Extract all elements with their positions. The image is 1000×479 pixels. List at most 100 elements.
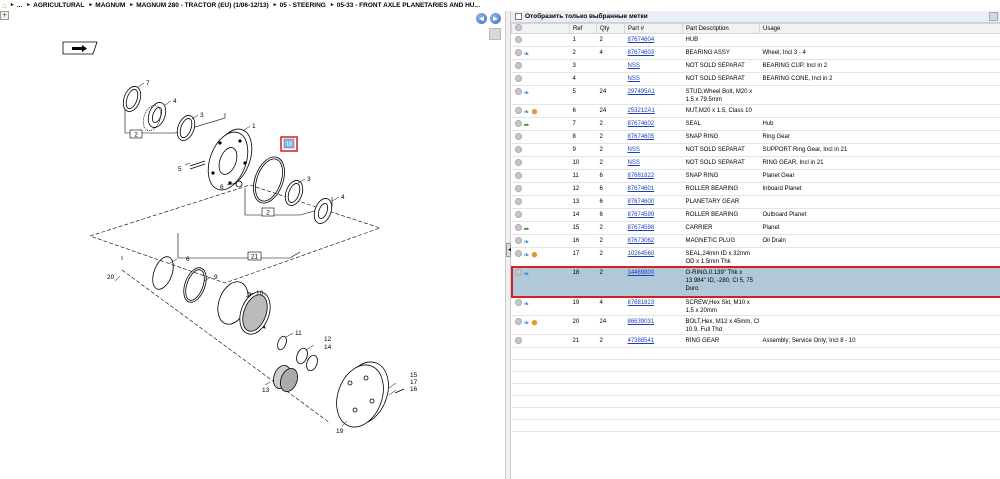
callout-label[interactable]: 21 [251,254,259,261]
column-header[interactable]: Qty [596,23,625,34]
link-icon[interactable]: ➦ [524,226,530,234]
callout-label[interactable]: 12 [324,336,332,343]
table-row-selected[interactable]: ❧ 18 2 14469800 O-RING,0.139" Thk x 13.984" … [510,265,1000,298]
add-to-cart-icon[interactable] [514,49,522,56]
add-to-cart-icon[interactable] [514,250,522,257]
add-to-cart-icon[interactable] [514,337,522,344]
part-number-cell[interactable]: 14469800 [624,266,683,297]
part-number-cell[interactable]: 10264560 [624,247,683,267]
part-number-link[interactable]: 87674599 [628,212,655,218]
part-number-link[interactable]: 87674600 [628,199,655,205]
part-number-link[interactable]: 47388541 [628,338,655,344]
add-to-cart-icon[interactable] [514,133,522,140]
callout-label[interactable]: 2 [134,132,138,139]
info-icon[interactable]: ❧ [524,51,530,59]
callout-label[interactable]: 13 [262,387,270,394]
part-number-cell[interactable]: 253212A1 [624,104,683,118]
table-row[interactable]: ➦ 15 2 87674598 CARRIER Planet [511,221,1000,235]
table-row[interactable]: 1 2 87674604 HUB [511,33,1000,47]
callout-label[interactable]: 3 [200,112,204,119]
table-row[interactable]: ❧ ⬢ 17 2 10264560 SEAL,24mm ID x 32mm OD x 1.… [511,247,1000,267]
breadcrumb-item[interactable]: MAGNUM [95,2,125,9]
home-icon[interactable]: ⌂ [2,1,7,10]
callout-label[interactable]: 1 [252,123,256,130]
callout-label[interactable]: 7 [146,80,150,87]
panel-menu-icon[interactable] [989,12,998,21]
part-number-link[interactable]: NSS [628,160,640,166]
table-row[interactable]: ❧ ⬢ 20 24 86639031 BOLT,Hex, M12 x 45mm, Cl 1… [511,315,1000,335]
table-row[interactable]: 9 2 NSS NOT SOLD SEPARAT SUPPORT Ring Gear, … [511,143,1000,157]
add-to-cart-icon[interactable] [514,172,522,179]
part-number-link[interactable]: NSS [628,147,640,153]
part-number-cell[interactable]: 86639031 [624,315,683,335]
part-number-cell[interactable]: 47388541 [624,334,683,348]
callout-label[interactable]: 4 [173,98,177,105]
add-to-cart-icon[interactable] [514,211,522,218]
table-row[interactable]: ➦ 7 2 87674602 SEAL Hub [511,117,1000,131]
add-to-cart-icon[interactable] [514,318,522,325]
part-number-link[interactable]: NSS [628,76,640,82]
kit-icon[interactable]: ⬢ [531,109,537,117]
part-number-link[interactable]: 87674602 [628,121,655,127]
selected-callout[interactable]: 18 [280,136,298,152]
part-number-cell[interactable]: NSS [624,156,683,170]
table-row[interactable]: ❧ 16 2 87673062 MAGNETIC PLUG Oil Drain [511,234,1000,248]
callout-label[interactable]: 19 [336,428,344,435]
part-number-link[interactable]: 87673062 [628,238,655,244]
add-to-cart-icon[interactable] [514,299,522,306]
part-number-cell[interactable]: NSS [624,59,683,73]
callout-label[interactable]: 20 [107,274,115,281]
part-number-link[interactable]: 14469800 [628,270,655,276]
add-to-cart-icon[interactable] [514,269,522,276]
part-number-cell[interactable]: 87674600 [624,195,683,209]
callout-label[interactable]: 3 [307,176,311,183]
part-number-cell[interactable]: 87681822 [624,169,683,183]
part-number-cell[interactable]: 87674605 [624,130,683,144]
table-row[interactable]: 14 6 87674599 ROLLER BEARING Outboard Planet [511,208,1000,222]
add-to-cart-icon[interactable] [514,75,522,82]
add-to-cart-icon[interactable] [514,88,522,95]
link-icon[interactable]: ➦ [524,122,530,130]
breadcrumb-item[interactable]: ... [17,2,22,9]
part-number-cell[interactable]: NSS [624,143,683,157]
kit-icon[interactable]: ⬢ [531,320,537,328]
part-number-cell[interactable]: 87674603 [624,46,683,60]
part-number-link[interactable]: 87674604 [628,37,655,43]
breadcrumb-item[interactable]: 05 - STEERING [280,2,326,9]
part-number-cell[interactable]: 297495A1 [624,85,683,105]
add-to-cart-icon[interactable] [514,36,522,43]
breadcrumb-item[interactable]: AGRICULTURAL [33,2,84,9]
callout-label[interactable]: 11 [295,330,302,337]
add-to-cart-icon[interactable] [514,62,522,69]
part-number-cell[interactable]: 87674601 [624,182,683,196]
info-icon[interactable]: ❧ [524,109,530,117]
part-number-cell[interactable]: 87674599 [624,208,683,222]
part-number-link[interactable]: 10264560 [628,251,655,257]
add-to-cart-icon[interactable] [514,237,522,244]
add-to-cart-icon[interactable] [514,159,522,166]
table-row[interactable]: ❧ 2 4 87674603 BEARING ASSY Wheel, Incl 3 - 4 [511,46,1000,60]
table-row[interactable]: 10 2 NSS NOT SOLD SEPARAT RING GEAR, Incl in… [511,156,1000,170]
callout-label[interactable]: 9 [214,274,218,281]
part-number-cell[interactable]: NSS [624,72,683,86]
callout-label[interactable]: 15 [410,372,418,379]
part-number-link[interactable]: 87674601 [628,186,655,192]
part-number-link[interactable]: 297495A1 [628,89,655,95]
add-to-cart-icon[interactable] [514,107,522,114]
add-to-cart-icon[interactable] [514,224,522,231]
expand-button[interactable]: + [0,11,9,20]
info-icon[interactable]: ❧ [524,239,530,247]
table-row[interactable]: 21 2 47388541 RING GEAR Assembly; Service On… [511,334,1000,348]
part-number-cell[interactable]: 87674602 [624,117,683,131]
show-selected-checkbox[interactable] [515,13,522,20]
part-number-link[interactable]: 87681822 [628,173,655,179]
part-number-link[interactable]: NSS [628,63,640,69]
callout-label[interactable]: 6 [186,256,190,263]
table-row[interactable]: 12 6 87674601 ROLLER BEARING Inboard Planet [511,182,1000,196]
table-row[interactable]: 4 NSS NOT SOLD SEPARAT BEARING CONE, Incl i… [511,72,1000,86]
table-row[interactable]: 11 6 87681822 SNAP RING Planet Gear [511,169,1000,183]
table-row[interactable]: ❧ 5 24 297495A1 STUD,Wheel Bolt, M20 x 1.5 x… [511,85,1000,105]
part-number-cell[interactable]: 87674598 [624,221,683,235]
part-number-link[interactable]: 87674598 [628,225,655,231]
breadcrumb-item[interactable]: MAGNUM 280 - TRACTOR (EU) (1/06-12/13) [136,2,268,9]
